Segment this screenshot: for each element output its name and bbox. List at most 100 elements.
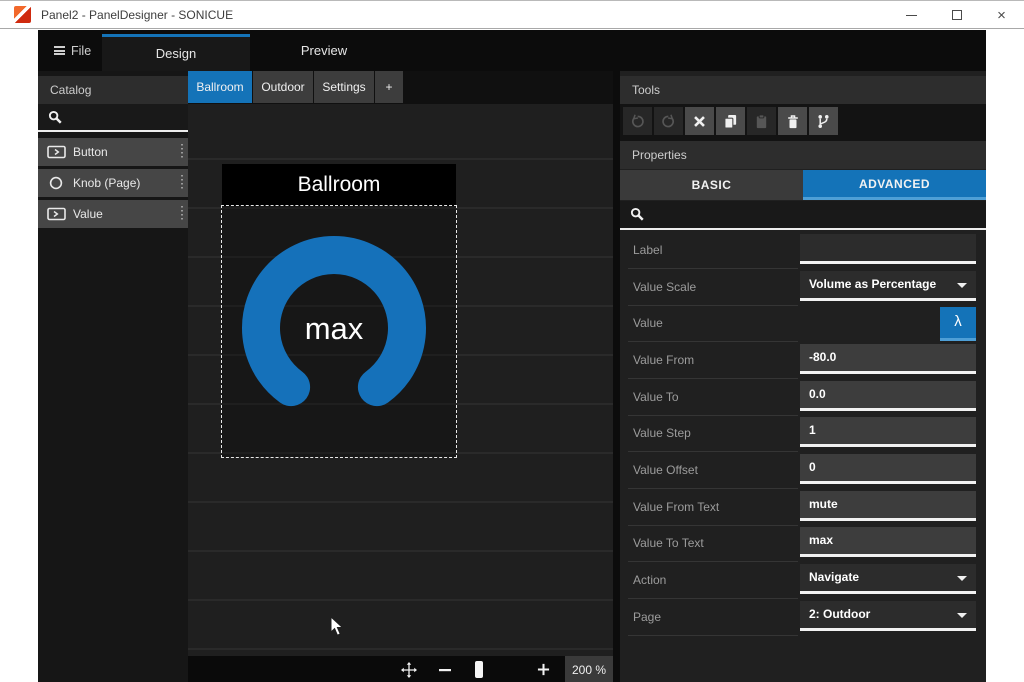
property-row-value-to: Value To 0.0: [620, 380, 986, 416]
design-area: Ballroom Outdoor Settings + Ballroom max: [188, 71, 613, 682]
label-input[interactable]: [800, 234, 976, 264]
zoom-out-button[interactable]: [434, 656, 456, 682]
property-row-value-step: Value Step 1: [620, 416, 986, 452]
value-from-input[interactable]: -80.0: [800, 344, 976, 374]
knob-widget-selection[interactable]: max: [222, 206, 456, 457]
undo-button[interactable]: [623, 107, 652, 135]
property-row-page: Page 2: Outdoor: [620, 600, 986, 636]
chevron-down-icon: [957, 283, 967, 288]
tab-preview[interactable]: Preview: [250, 34, 398, 71]
application-window: Panel2 - PanelDesigner - SONICUE × File …: [0, 0, 1024, 682]
canvas-zoom-bar: [188, 656, 565, 682]
catalog-item-label: Button: [73, 145, 108, 159]
value-offset-input[interactable]: 0: [800, 454, 976, 484]
catalog-item-value[interactable]: Value: [38, 200, 188, 228]
property-row-value-to-text: Value To Text max: [620, 526, 986, 562]
catalog-panel: Catalog Button: [38, 71, 188, 682]
value-scale-dropdown[interactable]: Volume as Percentage: [800, 271, 976, 301]
knob-arc: max: [222, 206, 456, 457]
branch-button[interactable]: [809, 107, 838, 135]
property-row-label: Label: [620, 233, 986, 269]
value-to-input[interactable]: 0.0: [800, 381, 976, 411]
catalog-item-label: Value: [73, 207, 103, 221]
tab-design[interactable]: Design: [102, 34, 250, 71]
properties-search-input[interactable]: [620, 201, 986, 230]
action-dropdown[interactable]: Navigate: [800, 564, 976, 594]
catalog-item-knob[interactable]: Knob (Page): [38, 169, 188, 197]
window-title: Panel2 - PanelDesigner - SONICUE: [41, 8, 233, 22]
maximize-icon: [952, 10, 962, 20]
app-content: File Design Preview Catalog: [38, 30, 986, 682]
knob-widget[interactable]: Ballroom max: [222, 164, 456, 457]
tab-basic[interactable]: BASIC: [620, 170, 803, 200]
paste-button[interactable]: [747, 107, 776, 135]
widget-page-title: Ballroom: [222, 164, 456, 206]
cut-button[interactable]: [685, 107, 714, 135]
fit-view-button[interactable]: [396, 656, 422, 682]
tab-advanced[interactable]: ADVANCED: [803, 170, 986, 200]
search-icon: [630, 207, 645, 222]
title-bar: Panel2 - PanelDesigner - SONICUE ×: [0, 0, 1024, 29]
minimize-button[interactable]: [889, 1, 934, 29]
button-widget-icon: [47, 145, 67, 159]
menu-bar: File Design Preview: [38, 30, 986, 71]
close-button[interactable]: ×: [979, 1, 1024, 29]
hamburger-icon: [54, 46, 65, 55]
value-to-text-input[interactable]: max: [800, 527, 976, 557]
trash-icon: [786, 114, 800, 129]
drag-handle-icon[interactable]: [181, 206, 183, 222]
mouse-cursor-icon: [330, 616, 344, 637]
drag-handle-icon[interactable]: [181, 144, 183, 160]
property-row-value: Value λ: [620, 306, 986, 342]
search-icon: [48, 110, 63, 125]
zoom-slider-handle[interactable]: [475, 661, 483, 678]
design-canvas[interactable]: Ballroom max: [188, 104, 613, 656]
app-logo-icon: [14, 6, 31, 23]
file-menu-label: File: [71, 44, 91, 58]
paste-icon: [754, 114, 769, 129]
page-tab-bar: Ballroom Outdoor Settings +: [188, 71, 403, 103]
undo-icon: [630, 114, 645, 129]
redo-icon: [661, 114, 676, 129]
chevron-down-icon: [957, 576, 967, 581]
property-row-value-offset: Value Offset 0: [620, 453, 986, 489]
tools-header: Tools: [620, 76, 986, 104]
lambda-function-button[interactable]: λ: [940, 307, 976, 341]
property-row-value-from-text: Value From Text mute: [620, 490, 986, 526]
copy-button[interactable]: [716, 107, 745, 135]
page-tab-ballroom[interactable]: Ballroom: [188, 71, 252, 103]
property-row-value-scale: Value Scale Volume as Percentage: [620, 270, 986, 306]
knob-value-text: max: [305, 311, 364, 346]
zoom-in-button[interactable]: [532, 656, 554, 682]
value-from-text-input[interactable]: mute: [800, 491, 976, 521]
catalog-header: Catalog: [38, 76, 188, 104]
knob-widget-icon: [47, 176, 67, 190]
redo-button[interactable]: [654, 107, 683, 135]
chevron-down-icon: [957, 613, 967, 618]
tools-toolbar: [620, 104, 986, 141]
value-step-input[interactable]: 1: [800, 417, 976, 447]
close-icon: ×: [997, 7, 1006, 24]
page-dropdown[interactable]: 2: Outdoor: [800, 601, 976, 631]
drag-handle-icon[interactable]: [181, 175, 183, 191]
minimize-icon: [906, 15, 917, 16]
page-tab-outdoor[interactable]: Outdoor: [253, 71, 313, 103]
property-row-action: Action Navigate: [620, 563, 986, 599]
tools-properties-panel: Tools: [620, 71, 986, 682]
properties-tab-bar: BASIC ADVANCED: [620, 170, 986, 200]
property-row-value-from: Value From -80.0: [620, 343, 986, 379]
maximize-button[interactable]: [934, 1, 979, 29]
catalog-item-button[interactable]: Button: [38, 138, 188, 166]
page-tab-settings[interactable]: Settings: [314, 71, 374, 103]
properties-search: [620, 201, 986, 230]
cut-icon: [693, 115, 706, 128]
delete-button[interactable]: [778, 107, 807, 135]
copy-icon: [723, 114, 738, 129]
catalog-search-input[interactable]: [38, 104, 188, 132]
value-widget-icon: [47, 207, 67, 221]
window-controls: ×: [889, 1, 1024, 29]
lambda-icon: λ: [954, 313, 962, 330]
zoom-level-label: 200 %: [565, 656, 613, 682]
file-menu-button[interactable]: File: [54, 30, 91, 71]
add-page-tab-button[interactable]: +: [375, 71, 403, 103]
